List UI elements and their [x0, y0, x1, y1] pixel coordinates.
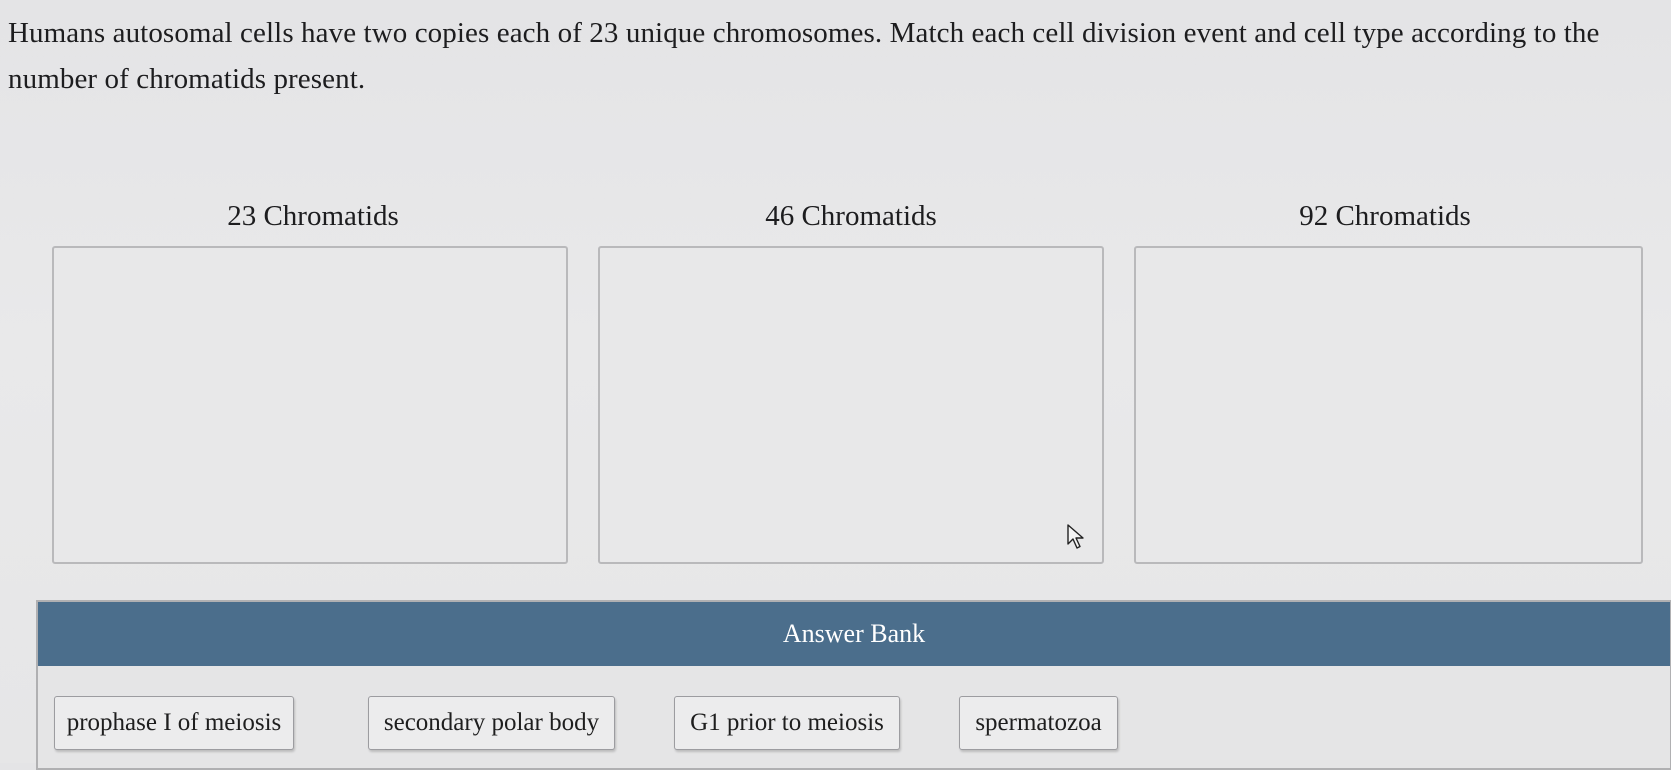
dropzone-label-46: 46 Chromatids: [765, 200, 937, 232]
answer-chip-g1-prior-to-meiosis[interactable]: G1 prior to meiosis: [674, 696, 900, 750]
dropzone-92-chromatids[interactable]: [1134, 246, 1643, 564]
answer-chip-secondary-polar-body[interactable]: secondary polar body: [368, 696, 615, 750]
mouse-pointer-icon: [1067, 524, 1084, 549]
answer-chip-prophase-i[interactable]: prophase I of meiosis: [54, 696, 294, 750]
question-text: Humans autosomal cells have two copies e…: [8, 17, 1600, 95]
dropzone-23-chromatids[interactable]: [52, 246, 568, 564]
answer-chip-label: prophase I of meiosis: [66, 709, 282, 736]
answer-bank-title: Answer Bank: [782, 619, 926, 648]
dropzone-label-23: 23 Chromatids: [227, 200, 399, 232]
answer-chip-spermatozoa[interactable]: spermatozoa: [959, 696, 1118, 750]
answer-chip-label: G1 prior to meiosis: [690, 709, 884, 736]
answer-bank-header: Answer Bank: [38, 602, 1670, 666]
dropzone-label-92: 92 Chromatids: [1299, 200, 1471, 232]
answer-chip-label: secondary polar body: [383, 709, 600, 736]
dropzone-46-chromatids[interactable]: [598, 246, 1104, 564]
answer-bank: Answer Bank prophase I of meiosis second…: [36, 600, 1671, 770]
answer-chip-label: spermatozoa: [975, 709, 1102, 736]
